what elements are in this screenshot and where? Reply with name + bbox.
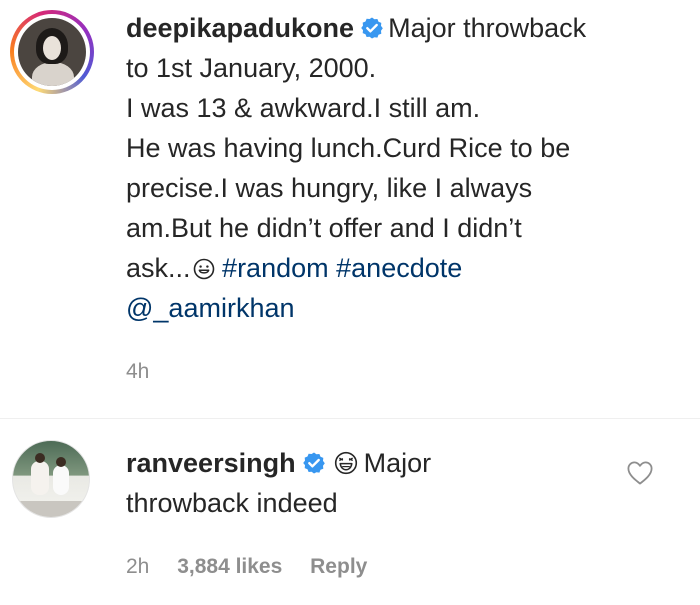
- hashtag-random[interactable]: #random: [222, 253, 329, 283]
- reply-button[interactable]: Reply: [310, 555, 367, 578]
- comment-text-line-2: throwback indeed: [126, 488, 338, 518]
- post-username[interactable]: deepikapadukone: [126, 13, 354, 43]
- avatar-face: [43, 36, 61, 60]
- post-caption: deepikapadukone Major throwback to 1st Ja…: [126, 8, 678, 328]
- caption-text-line-7: ask...: [126, 253, 191, 283]
- caption-text-line-4: He was having lunch.Curd Rice to be: [126, 133, 571, 163]
- hashtag-anecdote[interactable]: #anecdote: [336, 253, 462, 283]
- mention-aamirkhan[interactable]: @_aamirkhan: [126, 288, 678, 328]
- comment-meta-row: 2h 3,884 likes Reply: [126, 555, 389, 579]
- avatar-photo: [18, 18, 86, 86]
- caption-text-line-6: am.But he didn’t offer and I didn’t: [126, 213, 522, 243]
- post-caption-block: deepikapadukone Major throwback to 1st Ja…: [0, 0, 700, 430]
- avatar-figure-right: [53, 465, 69, 495]
- post-author-avatar[interactable]: [10, 10, 94, 94]
- caption-text-line-2: to 1st January, 2000.: [126, 53, 377, 83]
- laughing-emoji-icon: [334, 451, 357, 475]
- comment-timestamp[interactable]: 2h: [126, 555, 149, 578]
- heart-outline-icon[interactable]: [626, 460, 654, 486]
- comment-username[interactable]: ranveersingh: [126, 448, 296, 478]
- caption-text-line-1: Major throwback: [388, 13, 587, 43]
- comment-text-line-1: Major: [363, 448, 432, 478]
- avatar-head-right: [56, 457, 66, 467]
- verified-badge-icon: [361, 17, 383, 39]
- comment-body: ranveersingh Major throwback indeed: [126, 443, 596, 523]
- verified-badge-icon: [302, 452, 325, 474]
- caption-line-1: deepikapadukone Major throwback: [126, 8, 678, 48]
- avatar-figure-left: [31, 461, 49, 495]
- comment-likes-count[interactable]: 3,884 likes: [177, 555, 282, 578]
- comment-line-1: ranveersingh Major: [126, 443, 596, 483]
- avatar-shoulders: [32, 62, 74, 86]
- caption-text-line-3: I was 13 & awkward.I still am.: [126, 93, 481, 123]
- caption-text-line-5: precise.I was hungry, like I always: [126, 173, 533, 203]
- avatar-head-left: [35, 453, 45, 463]
- comment-author-avatar[interactable]: [12, 440, 90, 518]
- divider: [0, 418, 700, 419]
- smile-emoji-icon: [193, 258, 214, 280]
- avatar-ground-band: [13, 501, 89, 517]
- caption-line-7: ask... #random #anecdote: [126, 248, 678, 288]
- post-timestamp[interactable]: 4h: [126, 360, 149, 384]
